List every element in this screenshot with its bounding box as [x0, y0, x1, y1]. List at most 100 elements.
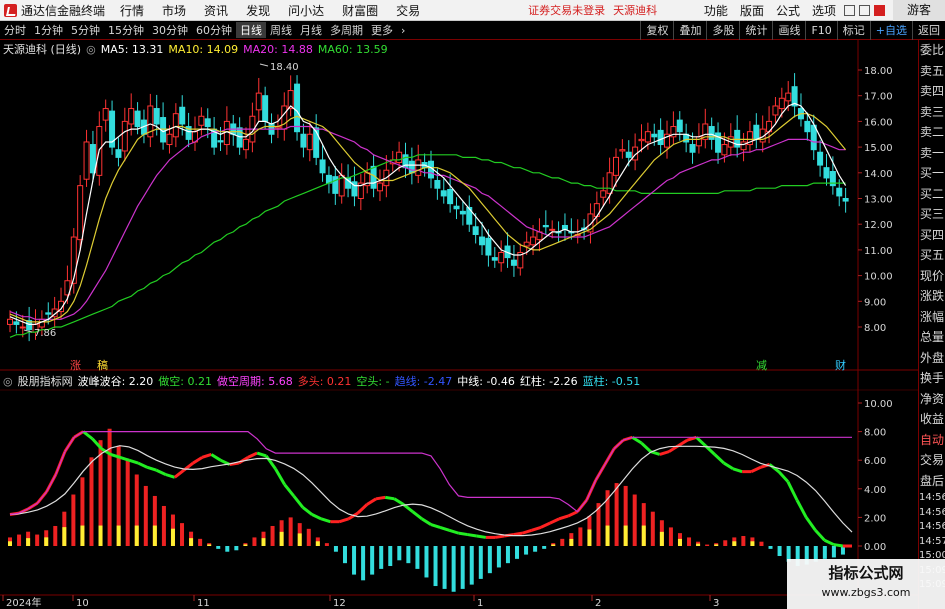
candle-body — [600, 190, 607, 198]
oscillator-segment — [137, 461, 148, 469]
indicator-bar — [216, 546, 221, 549]
main-y-tick-label: 9.00 — [864, 297, 886, 308]
oscillator-segment — [494, 534, 505, 539]
indicator-bar — [180, 523, 185, 546]
oscillator-segment — [549, 517, 560, 525]
sidebar-item[interactable]: 外盘 — [919, 348, 945, 369]
indicator-bar — [560, 538, 565, 546]
sub-legend-item: 做空: 0.21 — [158, 375, 213, 388]
oscillator-segment — [119, 455, 130, 462]
sidebar-item[interactable]: 现价 — [919, 266, 945, 287]
sidebar-item[interactable]: 买一 — [919, 163, 945, 184]
indicator-bar — [306, 528, 311, 546]
sidebar-time: 14:57 — [919, 535, 945, 547]
ma-settings-icon[interactable]: ◎ — [86, 43, 96, 56]
sidebar-item[interactable]: 盘后 — [919, 471, 945, 492]
indicator-bar-yellow — [243, 544, 248, 546]
sidebar-item[interactable]: 卖五 — [919, 61, 945, 82]
indicator-bar-yellow — [297, 533, 302, 546]
chart-canvas[interactable]: 18.0017.0016.0015.0014.0013.0012.0011.00… — [0, 0, 918, 609]
candle-body — [19, 326, 26, 329]
sidebar-item[interactable]: 总量 — [919, 327, 945, 348]
indicator-bar-yellow — [207, 544, 212, 546]
sidebar-item[interactable]: 涨幅 — [919, 307, 945, 328]
candle-body — [440, 190, 447, 197]
sidebar-item[interactable]: 卖一 — [919, 143, 945, 164]
indicator-bar — [723, 540, 728, 546]
indicator-bar — [524, 546, 529, 555]
watermark: 指标公式网 www.zbgs3.com — [787, 559, 945, 609]
indicator-bar-yellow — [732, 541, 737, 546]
sidebar-item[interactable]: 交易 — [919, 450, 945, 471]
indicator-bar — [505, 546, 510, 564]
oscillator-segment — [402, 503, 414, 513]
candle-body — [243, 138, 250, 151]
sidebar-item[interactable]: 换手 — [919, 368, 945, 389]
indicator-bar — [741, 535, 746, 546]
sidebar-item[interactable]: 自动 — [919, 430, 945, 451]
indicator-bar-yellow — [170, 528, 175, 546]
x-axis-label: 3 — [713, 598, 719, 609]
candle-body — [619, 149, 626, 152]
indicator-bar — [424, 546, 429, 578]
sidebar-item[interactable]: 委比 — [919, 40, 945, 61]
sidebar-item[interactable]: 涨跌 — [919, 286, 945, 307]
indicator-bar — [161, 505, 166, 546]
main-y-tick-label: 16.00 — [864, 117, 893, 128]
sidebar-item[interactable]: 买五 — [919, 245, 945, 266]
oscillator-segment — [567, 510, 579, 518]
indicator-bar-yellow — [750, 541, 755, 546]
sidebar-item[interactable]: 买二 — [919, 184, 945, 205]
indicator-bar — [234, 546, 239, 551]
sidebar-item[interactable]: 卖四 — [919, 81, 945, 102]
sub-settings-icon[interactable]: ◎ — [3, 375, 13, 388]
indicator-bar — [705, 544, 710, 546]
candle-body — [523, 241, 530, 247]
indicator-bar-yellow — [659, 531, 664, 546]
candle-body — [842, 198, 849, 202]
ma20-label: MA20: 14.88 — [243, 42, 313, 56]
candle-body — [13, 321, 20, 325]
indicator-bar — [768, 546, 773, 549]
candle-body — [434, 180, 441, 189]
indicator-name: 股朋指标网 — [17, 375, 73, 388]
candle-body — [772, 105, 779, 116]
candle-body — [262, 95, 269, 122]
sidebar-item[interactable]: 卖二 — [919, 122, 945, 143]
sub-y-tick-label: 0.00 — [864, 542, 886, 553]
sidebar-item[interactable]: 收益 — [919, 409, 945, 430]
oscillator-segment — [805, 516, 817, 532]
oscillator-segment — [659, 450, 670, 456]
x-axis-label: 2024年 — [6, 596, 41, 609]
sub-legend: ◎ 股朋指标网 波峰波谷: 2.20 做空: 0.21 做空周期: 5.68 多头: … — [0, 373, 650, 389]
candle-body — [306, 133, 313, 151]
candle-body — [644, 131, 651, 143]
sidebar-item[interactable]: 买四 — [919, 225, 945, 246]
candle-body — [485, 237, 492, 256]
candle-body — [625, 151, 632, 158]
indicator-bar — [143, 485, 148, 546]
indicator-bar-yellow — [44, 537, 49, 546]
sidebar-item[interactable]: 买三 — [919, 204, 945, 225]
oscillator-segment — [513, 531, 523, 537]
candle-body — [753, 124, 760, 140]
candle-body — [166, 133, 173, 146]
candle-body — [651, 133, 658, 138]
event-marker: 财 — [835, 358, 846, 372]
indicator-bar — [614, 483, 619, 546]
x-axis-label: 11 — [197, 598, 210, 609]
indicator-bar — [71, 494, 76, 546]
oscillator-segment — [411, 510, 423, 521]
sidebar-item[interactable]: 卖三 — [919, 102, 945, 123]
indicator-bar-yellow — [641, 525, 646, 546]
oscillator-segment — [713, 453, 725, 465]
indicator-bar — [270, 525, 275, 546]
oscillator-segment — [476, 534, 487, 539]
sidebar-item[interactable]: 净资 — [919, 389, 945, 410]
candle-body — [134, 110, 141, 128]
candle-body — [810, 124, 817, 151]
candle-body — [204, 118, 211, 128]
indicator-bar — [89, 457, 94, 546]
candle-body — [128, 108, 135, 125]
oscillator-segment — [385, 495, 395, 501]
